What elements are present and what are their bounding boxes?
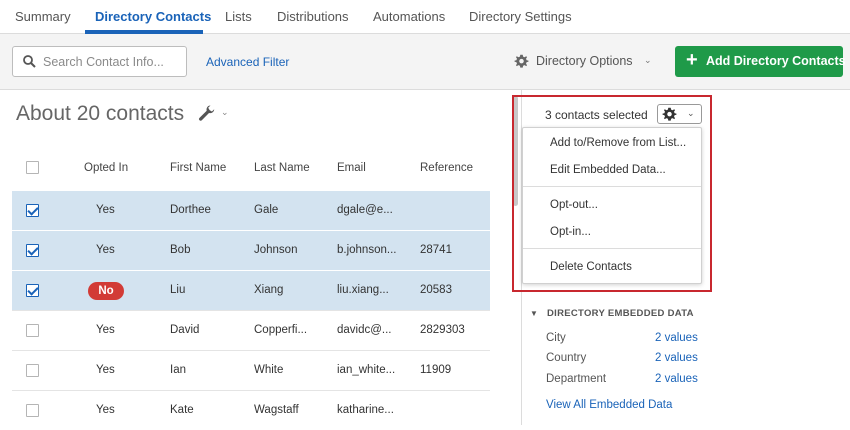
view-all-embedded-data-link[interactable]: View All Embedded Data (546, 399, 672, 411)
email-cell: b.johnson... (337, 244, 397, 256)
add-button-label: Add Directory Contacts (706, 54, 846, 68)
opted-in-cell: Yes (96, 364, 115, 376)
last-name-cell: Xiang (254, 284, 284, 296)
toolbar: Advanced Filter Directory Options ⌄ + Ad… (0, 34, 850, 90)
reference-cell: 28741 (420, 244, 452, 256)
plus-icon: + (686, 49, 698, 71)
embedded-key: City (546, 332, 566, 344)
table-row[interactable]: Yes Kate Wagstaff katharine... (12, 390, 490, 430)
column-header-first-name[interactable]: First Name (170, 162, 226, 174)
column-header-email[interactable]: Email (337, 162, 366, 174)
reference-cell: 2829303 (420, 324, 465, 336)
last-name-cell: Wagstaff (254, 404, 299, 416)
embedded-values-link[interactable]: 2 values (655, 352, 698, 364)
table-row[interactable]: Yes Ian White ian_white... 11909 (12, 350, 490, 390)
directory-options-label: Directory Options (536, 54, 633, 68)
tab-directory-settings[interactable]: Directory Settings (469, 9, 572, 24)
triangle-down-icon[interactable]: ▼ (530, 309, 538, 318)
add-directory-contacts-button[interactable]: + Add Directory Contacts (675, 46, 846, 77)
email-cell: liu.xiang... (337, 284, 389, 296)
chevron-down-icon: ⌄ (644, 55, 652, 65)
tab-lists[interactable]: Lists (225, 9, 252, 24)
email-cell: katharine... (337, 404, 394, 416)
last-name-cell: Johnson (254, 244, 298, 256)
wrench-icon[interactable] (198, 104, 216, 122)
column-header-opted-in[interactable]: Opted In (84, 162, 128, 174)
table-row[interactable]: Yes David Copperfi... davidc@... 2829303 (12, 310, 490, 350)
last-name-cell: Gale (254, 204, 279, 216)
embedded-data-heading[interactable]: DIRECTORY EMBEDDED DATA (547, 308, 694, 319)
first-name-cell: Liu (170, 284, 186, 296)
row-checkbox[interactable] (26, 204, 39, 217)
opted-in-cell: Yes (96, 404, 115, 416)
first-name-cell: Kate (170, 404, 194, 416)
reference-cell: 11909 (420, 364, 452, 376)
search-input[interactable] (43, 53, 183, 71)
page-title: About 20 contacts (16, 102, 185, 125)
opted-in-cell: Yes (96, 324, 115, 336)
tab-bar: Summary Directory Contacts Lists Distrib… (0, 0, 850, 34)
table-row[interactable]: Yes Dorthee Gale dgale@e... (12, 190, 490, 230)
row-checkbox[interactable] (26, 324, 39, 337)
advanced-filter-link[interactable]: Advanced Filter (206, 55, 289, 69)
first-name-cell: Dorthee (170, 204, 211, 216)
table-row[interactable]: No Liu Xiang liu.xiang... 20583 (12, 270, 490, 310)
opted-out-badge: No (88, 282, 124, 300)
search-box[interactable] (12, 46, 187, 77)
row-checkbox[interactable] (26, 244, 39, 257)
row-checkbox[interactable] (26, 364, 39, 377)
embedded-key: Country (546, 352, 587, 364)
opted-in-cell: Yes (96, 244, 115, 256)
opted-in-cell: Yes (96, 204, 115, 216)
column-header-last-name[interactable]: Last Name (254, 162, 310, 174)
row-checkbox[interactable] (26, 404, 39, 417)
last-name-cell: White (254, 364, 284, 376)
chevron-down-icon[interactable]: ⌄ (221, 107, 229, 118)
gear-icon (514, 54, 529, 68)
tab-directory-contacts[interactable]: Directory Contacts (95, 9, 211, 24)
tab-summary[interactable]: Summary (15, 9, 71, 24)
first-name-cell: Bob (170, 244, 191, 256)
reference-cell: 20583 (420, 284, 452, 296)
last-name-cell: Copperfi... (254, 324, 308, 336)
first-name-cell: David (170, 324, 200, 336)
search-icon (23, 55, 36, 68)
tab-distributions[interactable]: Distributions (277, 9, 349, 24)
email-cell: davidc@... (337, 324, 392, 336)
row-checkbox[interactable] (26, 284, 39, 297)
table-header: Opted In First Name Last Name Email Refe… (12, 150, 490, 188)
embedded-values-link[interactable]: 2 values (655, 373, 698, 385)
email-cell: ian_white... (337, 364, 396, 376)
select-all-checkbox[interactable] (26, 161, 39, 174)
first-name-cell: Ian (170, 364, 186, 376)
column-header-reference[interactable]: Reference (420, 162, 473, 174)
embedded-key: Department (546, 373, 607, 385)
table-row[interactable]: Yes Bob Johnson b.johnson... 28741 (12, 230, 490, 270)
annotation-highlight-box (512, 95, 712, 292)
tab-automations[interactable]: Automations (373, 9, 445, 24)
email-cell: dgale@e... (337, 204, 393, 216)
embedded-values-link[interactable]: 2 values (655, 332, 698, 344)
